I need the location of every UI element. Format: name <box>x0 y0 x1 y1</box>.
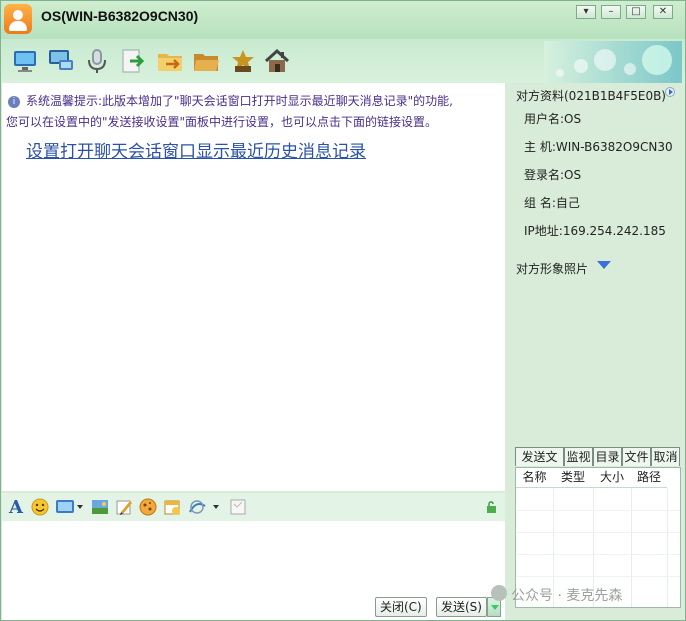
system-notice: i 系统温馨提示:此版本增加了"聊天会话窗口打开时显示最近聊天消息记录"的功能, <box>8 89 498 113</box>
tab-send-file[interactable]: 发送文件 <box>515 447 564 482</box>
decorative-banner <box>544 41 682 83</box>
contact-host: 主 机:WIN-B6382O9CN30 <box>524 140 673 154</box>
window-title: OS(WIN-B6382O9CN30) <box>41 8 199 24</box>
chat-window: OS(WIN-B6382O9CN30) ▾ – □ ✕ i 系统温馨提示:此版本… <box>0 0 686 621</box>
notice-line-1: 系统温馨提示:此版本增加了"聊天会话窗口打开时显示最近聊天消息记录"的功能, <box>26 94 453 108</box>
expand-photo-icon[interactable] <box>597 261 611 269</box>
history-settings-link[interactable]: 设置打开聊天会话窗口显示最近历史消息记录 <box>26 137 366 162</box>
contact-photo-label: 对方形象照片 <box>516 262 589 276</box>
column-size[interactable]: 大小 <box>593 468 631 488</box>
shake-window-icon[interactable] <box>186 497 224 517</box>
contact-login: 登录名:OS <box>524 168 582 182</box>
remote-desktop-icon[interactable] <box>47 47 75 75</box>
screenshot-icon[interactable] <box>54 497 86 517</box>
send-folder-icon[interactable] <box>156 47 184 75</box>
microphone-icon[interactable] <box>83 47 111 75</box>
puzzle-icon[interactable] <box>229 47 257 75</box>
info-icon: i <box>8 95 20 108</box>
watermark: 公众号 · 麦克先森 <box>511 588 623 604</box>
contact-group: 组 名:自己 <box>524 196 580 210</box>
send-button[interactable]: 发送(S) <box>436 597 487 617</box>
tab-file[interactable]: 文件 <box>622 447 651 466</box>
format-toolbar: A <box>2 493 505 521</box>
column-name[interactable]: 名称 <box>516 468 553 488</box>
emoji-icon[interactable] <box>30 497 50 517</box>
play-icon[interactable] <box>665 87 675 97</box>
blank-document-icon[interactable] <box>228 497 248 517</box>
contact-username: 用户名:OS <box>524 112 582 126</box>
user-avatar <box>4 4 32 34</box>
open-folder-icon[interactable] <box>192 47 220 75</box>
column-path[interactable]: 路径 <box>631 468 667 488</box>
tab-cancel[interactable]: 取消 <box>651 447 680 466</box>
notice-line-2: 您可以在设置中的"发送接收设置"面板中进行设置，也可以点击下面的链接设置。 <box>6 115 438 129</box>
tab-monitor[interactable]: 监视 <box>564 447 593 466</box>
settings-menu-button[interactable]: ▾ <box>576 5 596 19</box>
cookie-icon[interactable] <box>138 497 158 517</box>
monitor-icon[interactable] <box>11 47 39 75</box>
minimize-button[interactable]: – <box>601 5 621 19</box>
unlock-icon[interactable] <box>486 501 498 513</box>
pen-icon[interactable] <box>114 497 134 517</box>
close-button[interactable]: 关闭(C) <box>375 597 427 617</box>
title-bar[interactable]: OS(WIN-B6382O9CN30) ▾ – □ ✕ <box>1 1 685 39</box>
maximize-button[interactable]: □ <box>626 5 646 19</box>
column-type[interactable]: 类型 <box>553 468 593 488</box>
message-input[interactable] <box>2 521 505 591</box>
contact-info-header: 对方资料(021B1B4F5E0B) <box>516 89 666 103</box>
image-icon[interactable] <box>90 497 110 517</box>
action-bar: 关闭(C) 发送(S) <box>2 591 505 620</box>
font-icon[interactable]: A <box>6 497 26 518</box>
calendar-icon[interactable] <box>162 497 182 517</box>
tab-directory[interactable]: 目录 <box>593 447 622 466</box>
send-file-icon[interactable] <box>119 47 147 75</box>
home-icon[interactable] <box>263 47 291 75</box>
contact-ip: IP地址:169.254.242.185 <box>524 224 666 238</box>
wechat-official-icon <box>491 585 507 601</box>
close-window-button[interactable]: ✕ <box>653 5 673 19</box>
message-history-pane[interactable]: i 系统温馨提示:此版本增加了"聊天会话窗口打开时显示最近聊天消息记录"的功能, … <box>2 83 505 491</box>
